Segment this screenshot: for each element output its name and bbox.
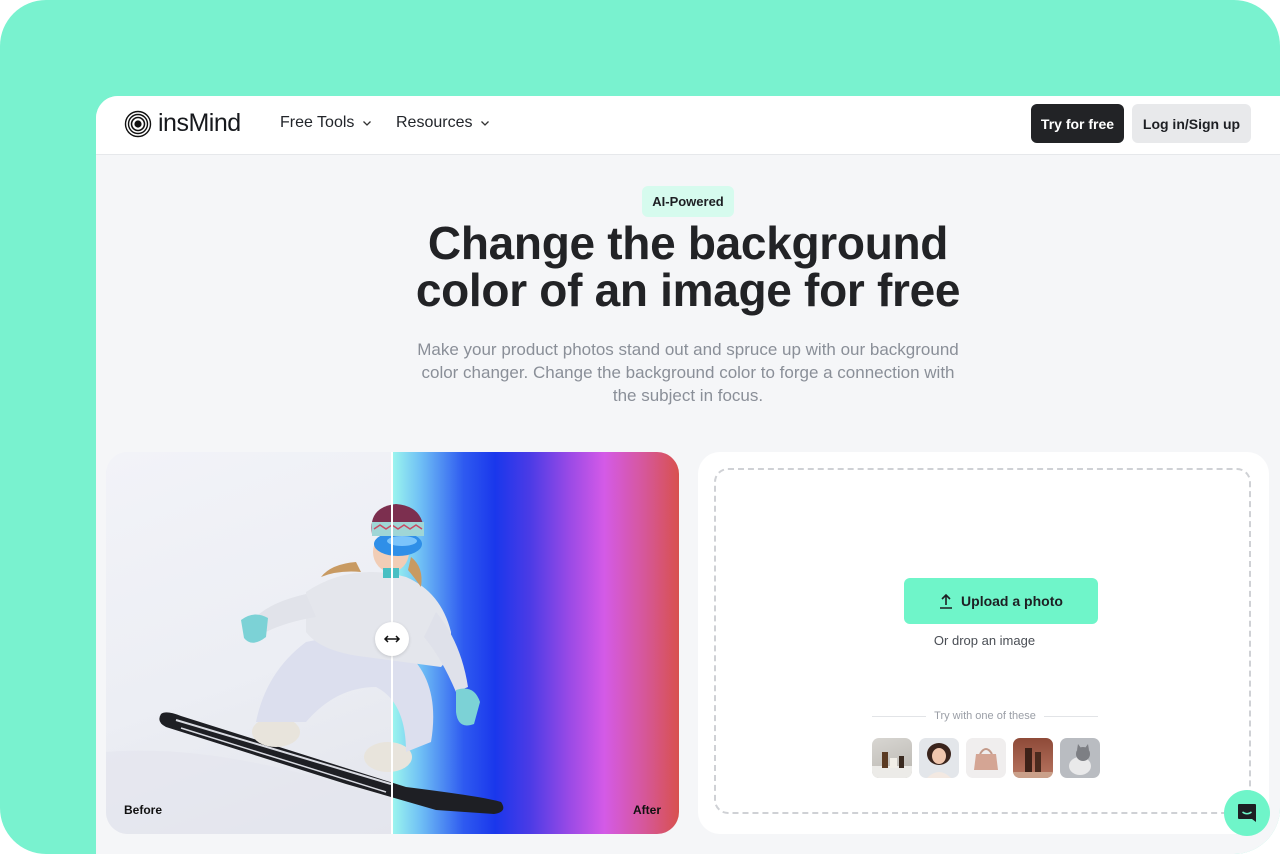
after-label: After xyxy=(632,803,661,817)
try-samples-text: Try with one of these xyxy=(934,710,1036,722)
handbag-thumbnail xyxy=(974,748,998,770)
page-title: Change the background color of an image … xyxy=(96,220,1280,314)
sample-image-skincare[interactable] xyxy=(1013,738,1053,778)
chevron-down-icon xyxy=(363,121,372,126)
sample-image-portrait[interactable] xyxy=(919,738,959,778)
web-page: insMind Free Tools Resources Try for fre… xyxy=(96,96,1280,854)
divider-line xyxy=(1043,715,1099,717)
try-samples-header: Try with one of these xyxy=(872,710,1099,722)
top-navbar: insMind Free Tools Resources Try for fre… xyxy=(96,96,1280,155)
sample-images xyxy=(872,738,1100,778)
logo[interactable]: insMind xyxy=(124,109,241,138)
nav-free-tools-label: Free Tools xyxy=(280,114,355,131)
nav-resources-label: Resources xyxy=(396,114,473,131)
upload-photo-label: Upload a photo xyxy=(961,593,1063,609)
login-signup-button[interactable]: Log in/Sign up xyxy=(1132,104,1251,143)
portrait-thumbnail xyxy=(927,743,951,778)
upload-photo-button[interactable]: Upload a photo xyxy=(904,578,1098,624)
page-title-line-2: color of an image for free xyxy=(415,264,961,316)
chat-icon xyxy=(1238,804,1256,822)
image-dropzone[interactable]: Upload a photo Or drop an image Try with… xyxy=(714,468,1251,814)
nav-resources[interactable]: Resources xyxy=(396,114,490,132)
upload-icon xyxy=(940,593,953,609)
upload-card: Upload a photo Or drop an image Try with… xyxy=(698,452,1269,834)
chat-support-button[interactable] xyxy=(1224,790,1270,836)
sample-image-cosmetics[interactable] xyxy=(872,738,912,778)
drop-image-text: Or drop an image xyxy=(933,633,1036,648)
page-title-line-1: Change the background xyxy=(427,217,949,269)
kitten-thumbnail xyxy=(1069,744,1091,775)
before-after-comparison[interactable]: Before After xyxy=(106,452,679,834)
ai-powered-badge: AI-Powered xyxy=(642,186,734,217)
app-frame: insMind Free Tools Resources Try for fre… xyxy=(0,0,1280,854)
logo-icon xyxy=(124,110,152,137)
chevron-down-icon xyxy=(481,121,490,126)
divider-line xyxy=(872,715,927,717)
left-right-arrow-icon xyxy=(383,635,401,643)
comparison-slider-handle[interactable] xyxy=(375,622,409,656)
page-subtitle: Make your product photos stand out and s… xyxy=(417,340,959,405)
sample-image-kitten[interactable] xyxy=(1060,738,1100,778)
cosmetics-thumbnail xyxy=(872,752,912,778)
try-for-free-button[interactable]: Try for free xyxy=(1031,104,1124,143)
logo-text: insMind xyxy=(158,109,241,137)
sample-image-handbag[interactable] xyxy=(966,738,1006,778)
before-label: Before xyxy=(124,803,163,817)
nav-free-tools[interactable]: Free Tools xyxy=(280,114,372,132)
skincare-thumbnail xyxy=(1013,748,1053,778)
